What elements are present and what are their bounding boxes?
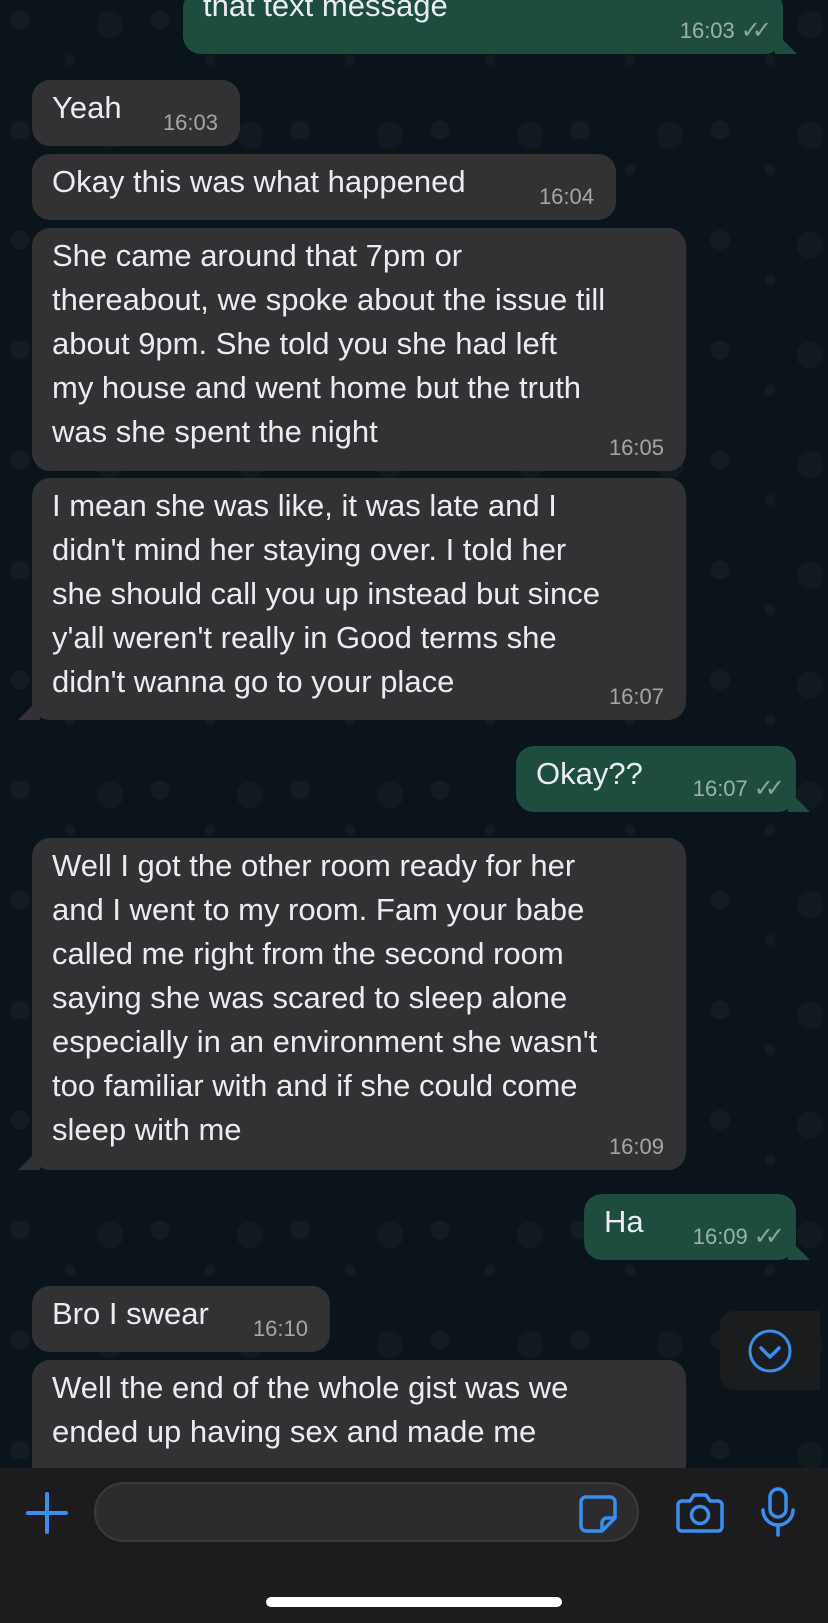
message-bubble-incoming[interactable]: Okay this was what happened 16:04 (32, 154, 616, 220)
plus-icon[interactable] (25, 1491, 69, 1535)
microphone-icon[interactable] (760, 1486, 796, 1538)
camera-icon[interactable] (676, 1491, 724, 1533)
message-text: Okay this was what happened (52, 164, 466, 199)
chevron-down-circle-icon (748, 1329, 792, 1372)
message-bubble-incoming[interactable]: Yeah 16:03 (32, 80, 240, 146)
message-bubble-incoming[interactable]: She came around that 7pm or thereabout, … (32, 228, 686, 471)
message-time: 16:10 (252, 1316, 308, 1341)
double-check-icon: ✓✓ (753, 775, 785, 802)
message-text: Well I got the other room ready for her … (52, 848, 598, 1147)
message-time: 16:09 (608, 1134, 664, 1159)
message-input[interactable] (94, 1482, 639, 1542)
message-time: 16:07 ✓✓ (692, 775, 785, 802)
message-bubble-incoming[interactable]: Well the end of the whole gist was we en… (32, 1360, 686, 1468)
message-bubble-incoming[interactable]: Well I got the other room ready for her … (18, 838, 686, 1170)
chat-thread[interactable]: that text message 16:03 ✓✓ Yeah 16:03 Oka… (0, 0, 828, 1468)
double-check-icon: ✓✓ (740, 17, 772, 44)
scroll-to-bottom-button[interactable] (720, 1311, 820, 1390)
message-bubble-outgoing[interactable]: Ha 16:09 ✓✓ (584, 1194, 810, 1260)
home-indicator[interactable] (266, 1597, 562, 1607)
message-time: 16:05 (608, 435, 664, 460)
sticker-icon[interactable] (578, 1494, 618, 1534)
double-check-icon: ✓✓ (753, 1223, 785, 1250)
message-text: She came around that 7pm or thereabout, … (52, 238, 606, 449)
message-time: 16:03 ✓✓ (679, 17, 772, 44)
message-time: 16:03 (162, 110, 218, 135)
message-bubble-incoming[interactable]: I mean she was like, it was late and I d… (18, 478, 686, 720)
message-time: 16:04 (538, 184, 594, 209)
message-text: I mean she was like, it was late and I d… (52, 488, 601, 699)
message-time: 16:07 (608, 684, 664, 709)
message-bubble-outgoing[interactable]: Okay?? 16:07 ✓✓ (516, 746, 810, 812)
message-bubble-incoming[interactable]: Bro I swear 16:10 (32, 1286, 330, 1352)
message-text: Well the end of the whole gist was we en… (52, 1370, 569, 1449)
message-time: 16:09 ✓✓ (692, 1223, 785, 1250)
message-bubble-outgoing[interactable]: that text message 16:03 ✓✓ (183, 0, 797, 54)
